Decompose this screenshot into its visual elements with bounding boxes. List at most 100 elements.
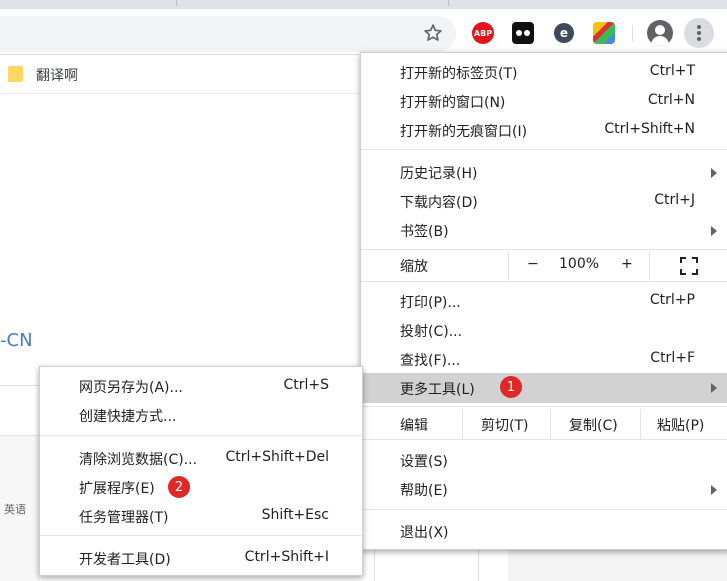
bookmark-folder-label[interactable]: 翻译啊 — [36, 65, 78, 85]
cut-button[interactable]: 剪切(T) — [462, 409, 550, 439]
menu-item-shortcut: Ctrl+N — [647, 92, 695, 108]
menu-item-label: 更多工具(L) — [400, 382, 475, 398]
menu-dot — [697, 37, 701, 41]
three-dots-vertical-icon[interactable] — [684, 18, 714, 48]
menu-divider — [361, 249, 727, 250]
e-extension-icon[interactable]: e — [553, 22, 575, 44]
menu-item-incognito[interactable]: 打开新的无痕窗口(I) Ctrl+Shift+N — [361, 116, 727, 145]
zoom-row: 缩放 − 100% + — [361, 251, 727, 281]
menu-item-label: 打印(P)... — [400, 295, 461, 311]
menu-item-shortcut: Ctrl+S — [283, 377, 329, 393]
menu-item-shortcut: Ctrl+Shift+N — [604, 121, 695, 137]
menu-item-history[interactable]: 历史记录(H) — [361, 158, 727, 187]
page-language-label: 英语 — [4, 503, 26, 516]
menu-item-label: 创建快捷方式... — [79, 409, 177, 425]
edit-label: 编辑 — [400, 418, 428, 434]
menu-dot — [697, 31, 701, 35]
bookmark-star-icon[interactable] — [422, 22, 444, 44]
chrome-main-menu: 打开新的标签页(T) Ctrl+T 打开新的窗口(N) Ctrl+N 打开新的无… — [360, 52, 727, 550]
menu-item-print[interactable]: 打印(P)... Ctrl+P — [361, 287, 727, 316]
svg-text:e: e — [560, 26, 568, 40]
menu-item-downloads[interactable]: 下载内容(D) Ctrl+J — [361, 187, 727, 216]
menu-divider — [361, 406, 727, 407]
menu-divider — [361, 281, 727, 282]
tab-separator — [176, 0, 177, 6]
menu-divider — [40, 535, 362, 536]
menu-item-label: 书签(B) — [400, 224, 449, 240]
adblock-plus-icon[interactable]: ABP — [472, 22, 494, 44]
menu-dot — [697, 25, 701, 29]
menu-item-label: 下载内容(D) — [400, 195, 478, 211]
copy-label: 复制(C) — [569, 418, 618, 434]
menu-item-help[interactable]: 帮助(E) — [361, 475, 727, 504]
tampermonkey-dot — [516, 30, 522, 36]
menu-divider — [361, 509, 727, 510]
profile-body — [651, 36, 669, 46]
profile-head — [655, 25, 665, 35]
edit-row: 编辑 剪切(T) 复制(C) 粘贴(P) — [361, 409, 727, 439]
menu-item-label: 退出(X) — [400, 525, 449, 541]
paste-button[interactable]: 粘贴(P) — [640, 409, 727, 439]
menu-item-label: 开发者工具(D) — [79, 552, 171, 568]
menu-item-label: 打开新的窗口(N) — [400, 95, 506, 111]
zoom-label: 缩放 — [400, 259, 428, 275]
menu-item-bookmarks[interactable]: 书签(B) — [361, 216, 727, 245]
page-link-text[interactable]: -CN — [0, 330, 33, 351]
tampermonkey-dot — [524, 30, 530, 36]
fullscreen-button[interactable] — [649, 251, 727, 281]
menu-item-label: 投射(C)... — [400, 324, 463, 340]
chevron-right-icon — [711, 485, 717, 495]
menu-item-label: 打开新的无痕窗口(I) — [400, 124, 528, 140]
page-panel — [508, 548, 727, 581]
menu-item-label: 扩展程序(E) — [79, 481, 155, 497]
menu-item-label: 历史记录(H) — [400, 166, 478, 182]
toolbar-divider — [632, 25, 633, 41]
cut-label: 剪切(T) — [481, 418, 529, 434]
copy-button[interactable]: 复制(C) — [550, 409, 640, 439]
menu-item-shortcut: Ctrl+F — [650, 350, 695, 366]
menu-item-cast[interactable]: 投射(C)... — [361, 316, 727, 345]
menu-item-shortcut: Shift+Esc — [261, 507, 329, 523]
menu-item-label: 打开新的标签页(T) — [400, 66, 518, 82]
menu-item-shortcut: Ctrl+J — [654, 192, 695, 208]
menu-item-find[interactable]: 查找(F)... Ctrl+F — [361, 345, 727, 374]
submenu-item-devtools[interactable]: 开发者工具(D) Ctrl+Shift+I — [40, 544, 362, 573]
submenu-item-create-shortcut[interactable]: 创建快捷方式... — [40, 401, 362, 430]
menu-item-more-tools[interactable]: 更多工具(L) 1 — [361, 373, 727, 403]
paste-label: 粘贴(P) — [657, 418, 705, 434]
menu-item-settings[interactable]: 设置(S) — [361, 446, 727, 475]
zoom-level: 100% — [559, 256, 600, 272]
fullscreen-icon — [680, 257, 698, 275]
menu-divider — [361, 149, 727, 150]
menu-item-shortcut: Ctrl+Shift+Del — [225, 449, 329, 465]
tampermonkey-icon[interactable] — [512, 22, 534, 44]
chevron-right-icon — [711, 383, 717, 393]
menu-item-new-window[interactable]: 打开新的窗口(N) Ctrl+N — [361, 87, 727, 116]
submenu-item-save-page[interactable]: 网页另存为(A)... Ctrl+S — [40, 372, 362, 401]
chevron-right-icon — [711, 226, 717, 236]
address-bar[interactable] — [0, 16, 456, 52]
minus-icon: − — [527, 256, 539, 272]
step-badge: 1 — [500, 376, 522, 398]
menu-item-label: 查找(F)... — [400, 353, 461, 369]
zoom-in-button[interactable]: + — [605, 251, 649, 281]
menu-item-label: 清除浏览数据(C)... — [79, 452, 198, 468]
menu-item-label: 帮助(E) — [400, 483, 448, 499]
account-circle-icon[interactable] — [647, 20, 673, 46]
color-extension-icon[interactable] — [593, 22, 615, 44]
chevron-right-icon — [711, 168, 717, 178]
submenu-item-extensions[interactable]: 扩展程序(E) 2 — [40, 473, 362, 502]
menu-item-exit[interactable]: 退出(X) — [361, 517, 727, 546]
menu-item-shortcut: Ctrl+P — [649, 292, 695, 308]
menu-item-label: 任务管理器(T) — [79, 510, 169, 526]
menu-item-new-tab[interactable]: 打开新的标签页(T) Ctrl+T — [361, 58, 727, 87]
submenu-item-task-manager[interactable]: 任务管理器(T) Shift+Esc — [40, 502, 362, 531]
menu-item-shortcut: Ctrl+Shift+I — [244, 549, 329, 565]
submenu-item-clear-data[interactable]: 清除浏览数据(C)... Ctrl+Shift+Del — [40, 444, 362, 473]
more-tools-submenu: 网页另存为(A)... Ctrl+S 创建快捷方式... 清除浏览数据(C)..… — [39, 366, 363, 576]
folder-icon — [8, 66, 23, 82]
plus-icon: + — [621, 256, 633, 272]
tab-strip — [0, 0, 727, 9]
menu-divider — [40, 435, 362, 436]
step-badge: 2 — [168, 476, 190, 498]
